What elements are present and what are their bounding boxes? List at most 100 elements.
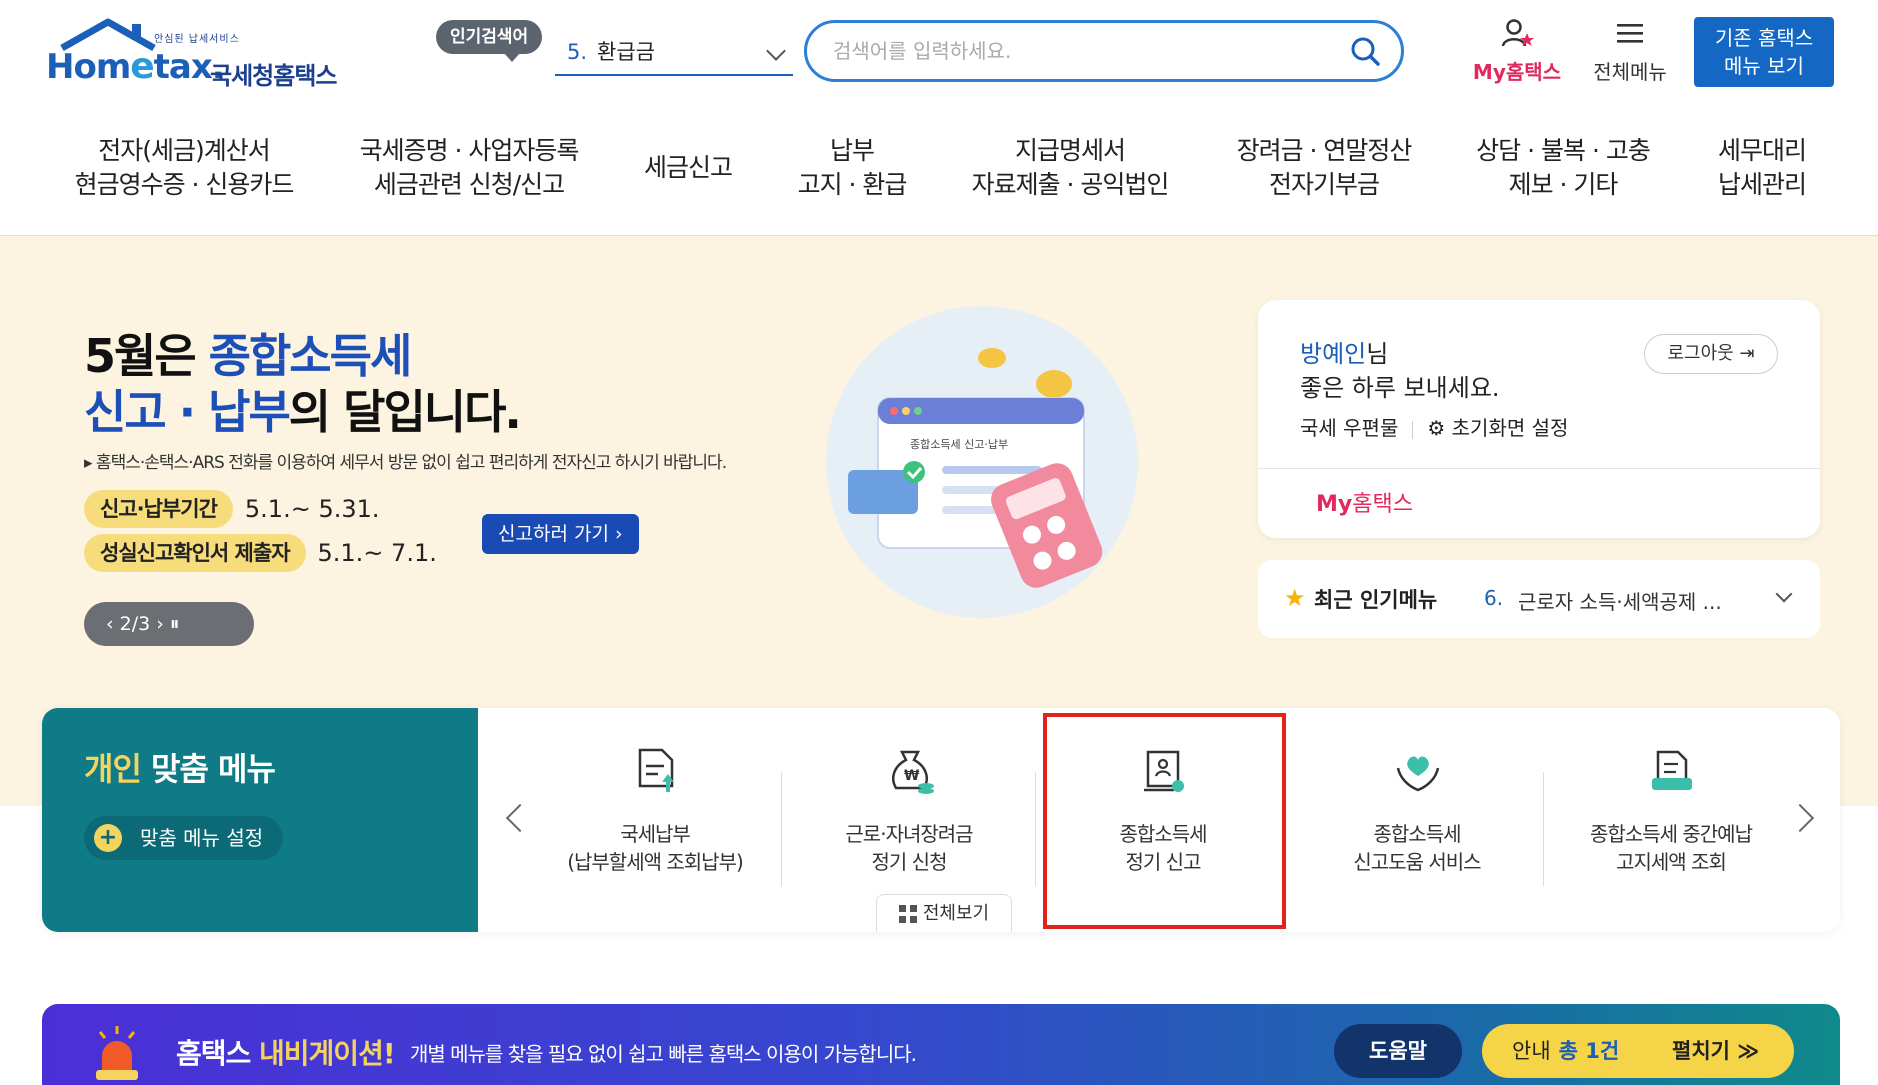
nav-line2: 납세관리 bbox=[1717, 170, 1807, 199]
nav-item-incentive[interactable]: 장려금 · 연말정산전자기부금 bbox=[1218, 134, 1430, 202]
svg-text:₩: ₩ bbox=[904, 768, 920, 784]
illustration-label: 종합소득세 신고·납부 bbox=[910, 438, 1008, 451]
user-name-suffix: 님 bbox=[1366, 340, 1389, 368]
search-icon[interactable] bbox=[1349, 35, 1381, 67]
hero-title-part: 5월은 bbox=[84, 329, 209, 383]
gear-icon: ⚙ bbox=[1427, 416, 1446, 440]
expand-label: 펼치기 ≫ bbox=[1672, 1039, 1760, 1063]
personal-menu: 개인 맞춤 메뉴 + 맞춤 메뉴 설정 국세납부 (납부할세액 조회납부) ₩ 근… bbox=[42, 708, 1840, 932]
personal-menu-header: 개인 맞춤 메뉴 + 맞춤 메뉴 설정 bbox=[42, 708, 478, 932]
old-hometax-menu-button[interactable]: 기존 홈택스 메뉴 보기 bbox=[1694, 17, 1834, 87]
search-input[interactable] bbox=[833, 35, 1333, 67]
popular-search-select[interactable]: 5. 환급금 bbox=[555, 30, 793, 76]
help-button[interactable]: 도움말 bbox=[1334, 1024, 1462, 1078]
view-all-label: 전체보기 bbox=[922, 903, 990, 924]
menu-item-label: 근로·자녀장려금 정기 신청 bbox=[782, 820, 1036, 876]
siren-icon bbox=[96, 1026, 138, 1080]
logo-tagline: 안심된 납세서비스 bbox=[154, 34, 240, 45]
period-value: 5.1.~ 5.31. bbox=[244, 495, 380, 523]
main-nav: 전자(세금)계산서현금영수증 · 신용카드 국세증명 · 사업자등록 세금관련 신… bbox=[0, 100, 1878, 236]
nav-line1: 장려금 · 연말정산 bbox=[1236, 136, 1413, 165]
grid-icon bbox=[898, 905, 917, 923]
period-row-1: 신고·납부기간 5.1.~ 5.31. bbox=[84, 490, 380, 528]
nav-line2: 현금영수증 · 신용카드 bbox=[74, 170, 295, 199]
nav-line2: 제보 · 기타 bbox=[1508, 170, 1619, 199]
menu-item-line1: 근로·자녀장려금 bbox=[845, 822, 973, 846]
my-hometax-link[interactable]: My홈택스 bbox=[1316, 486, 1413, 518]
navigation-description: 개별 메뉴를 찾을 필요 없이 쉽고 빠른 홈택스 이용이 가능합니다. bbox=[410, 1042, 917, 1066]
menu-item-label: 국세납부 (납부할세액 조회납부) bbox=[528, 820, 782, 876]
menu-item-income-tax-report[interactable]: 종합소득세 정기 신고 bbox=[1036, 708, 1290, 932]
custom-menu-settings-button[interactable]: + 맞춤 메뉴 설정 bbox=[84, 816, 284, 860]
user-name: 방예인님 bbox=[1300, 334, 1388, 369]
hometax-navigation-banner: 홈택스 내비게이션! 개별 메뉴를 찾을 필요 없이 쉽고 빠른 홈택스 이용이… bbox=[42, 1004, 1840, 1085]
nav-item-payment-statement[interactable]: 지급명세서자료제출 · 공익법인 bbox=[960, 134, 1180, 202]
nav-line2: 전자기부금 bbox=[1268, 170, 1380, 199]
logo-brand: Hometax. bbox=[46, 46, 225, 87]
document-inquiry-icon bbox=[1652, 750, 1692, 790]
home-settings-link[interactable]: 초기화면 설정 bbox=[1452, 416, 1569, 440]
nav-line1: 전자(세금)계산서 bbox=[98, 136, 271, 165]
user-name-text: 방예인 bbox=[1300, 340, 1367, 368]
recent-popular-menu[interactable]: ★ 최근 인기메뉴 6. 근로자 소득·세액공제 ... bbox=[1258, 560, 1820, 638]
star-icon: ★ bbox=[1284, 584, 1306, 612]
heart-hands-icon bbox=[1396, 756, 1440, 792]
personal-menu-title-a: 개인 bbox=[84, 750, 142, 788]
menu-item-tax-payment[interactable]: 국세납부 (납부할세액 조회납부) bbox=[528, 708, 782, 932]
menu-item-line2: (납부할세액 조회납부) bbox=[567, 850, 744, 874]
logout-icon: ⇥ bbox=[1739, 343, 1755, 364]
period-row-2: 성실신고확인서 제출자 5.1.~ 7.1. bbox=[84, 534, 437, 572]
menu-item-line2: 정기 신고 bbox=[1125, 850, 1202, 874]
nav-line1: 지급명세서 bbox=[1014, 136, 1126, 165]
nav-line2: 자료제출 · 공익법인 bbox=[971, 170, 1170, 199]
period-label: 성실신고확인서 제출자 bbox=[84, 534, 306, 572]
recent-popular-label: 최근 인기메뉴 bbox=[1314, 588, 1438, 612]
my-hometax-label: My홈택스 bbox=[1472, 60, 1562, 84]
notice-label: 안내 bbox=[1512, 1039, 1551, 1063]
navigation-title: 홈택스 내비게이션! bbox=[176, 1032, 396, 1072]
tax-mail-link[interactable]: 국세 우편물 bbox=[1300, 416, 1398, 440]
hero-title: 5월은 종합소득세 신고 · 납부의 달입니다. bbox=[84, 328, 522, 440]
go-report-button[interactable]: 신고하러 가기 › bbox=[482, 514, 639, 554]
slider-controls[interactable]: ‹ 2/3 › ⏸ bbox=[84, 602, 254, 646]
notice-expand-button[interactable]: 안내 총 1건 펼치기 ≫ bbox=[1482, 1024, 1794, 1078]
nav-item-tax-filing[interactable]: 세금신고 bbox=[628, 151, 748, 185]
nav-item-counseling[interactable]: 상담 · 불복 · 고충제보 · 기타 bbox=[1460, 134, 1666, 202]
menu-item-interim-prepayment[interactable]: 종합소득세 중간예납고지세액 조회 bbox=[1544, 708, 1798, 932]
logout-label: 로그아웃 bbox=[1667, 343, 1734, 364]
nav-item-e-invoice[interactable]: 전자(세금)계산서현금영수증 · 신용카드 bbox=[68, 134, 300, 202]
menu-item-income-tax-help[interactable]: 종합소득세 신고도움 서비스 bbox=[1290, 708, 1544, 932]
all-menu-button[interactable]: 전체메뉴 bbox=[1584, 18, 1676, 85]
hometax-logo[interactable]: 안심된 납세서비스 Hometax. 국세청홈택스 bbox=[44, 16, 354, 90]
all-menu-label: 전체메뉴 bbox=[1593, 60, 1667, 84]
notice-count: 총 1건 bbox=[1558, 1039, 1620, 1063]
menu-item-label: 종합소득세 중간예납고지세액 조회 bbox=[1544, 820, 1798, 876]
hero-title-part: 신고 · 납부 bbox=[84, 385, 291, 439]
menu-item-line2: 고지세액 조회 bbox=[1616, 850, 1727, 874]
nav-item-certificates[interactable]: 국세증명 · 사업자등록 세금관련 신청/신고 bbox=[348, 134, 590, 202]
page: 안심된 납세서비스 Hometax. 국세청홈택스 인기검색어 5. 환급금 My… bbox=[0, 0, 1878, 1085]
nav-line2: 고지 · 환급 bbox=[797, 170, 908, 199]
view-all-button[interactable]: 전체보기 bbox=[876, 894, 1012, 932]
recent-popular-value: 근로자 소득·세액공제 ... bbox=[1518, 590, 1722, 614]
search-box bbox=[804, 20, 1404, 82]
nav-item-payment[interactable]: 납부 고지 · 환급 bbox=[782, 134, 922, 202]
chevron-down-icon bbox=[766, 41, 786, 61]
chevron-down-icon bbox=[1775, 585, 1793, 603]
hamburger-icon bbox=[1617, 24, 1643, 43]
logout-button[interactable]: 로그아웃 ⇥ bbox=[1644, 334, 1778, 374]
old-menu-line2: 메뉴 보기 bbox=[1724, 54, 1804, 78]
header: 안심된 납세서비스 Hometax. 국세청홈택스 인기검색어 5. 환급금 My… bbox=[0, 0, 1878, 100]
nav-line1: 세금신고 bbox=[643, 153, 733, 182]
my-hometax-suffix: 홈택스 bbox=[1352, 492, 1413, 517]
divider bbox=[1258, 468, 1820, 469]
nav-item-tax-agent[interactable]: 세무대리 납세관리 bbox=[1700, 134, 1824, 202]
my-hometax-button[interactable]: My홈택스 bbox=[1468, 18, 1566, 85]
nav-line1: 국세증명 · 사업자등록 bbox=[359, 136, 580, 165]
menu-item-line1: 종합소득세 bbox=[1373, 822, 1462, 846]
hero-title-part: 의 달입니다. bbox=[288, 385, 522, 439]
menu-item-line1: 종합소득세 중간예납 bbox=[1590, 822, 1753, 846]
my-hometax-prefix: My bbox=[1316, 492, 1353, 517]
nav-line1: 상담 · 불복 · 고충 bbox=[1476, 136, 1651, 165]
custom-menu-settings-label: 맞춤 메뉴 설정 bbox=[140, 826, 264, 850]
